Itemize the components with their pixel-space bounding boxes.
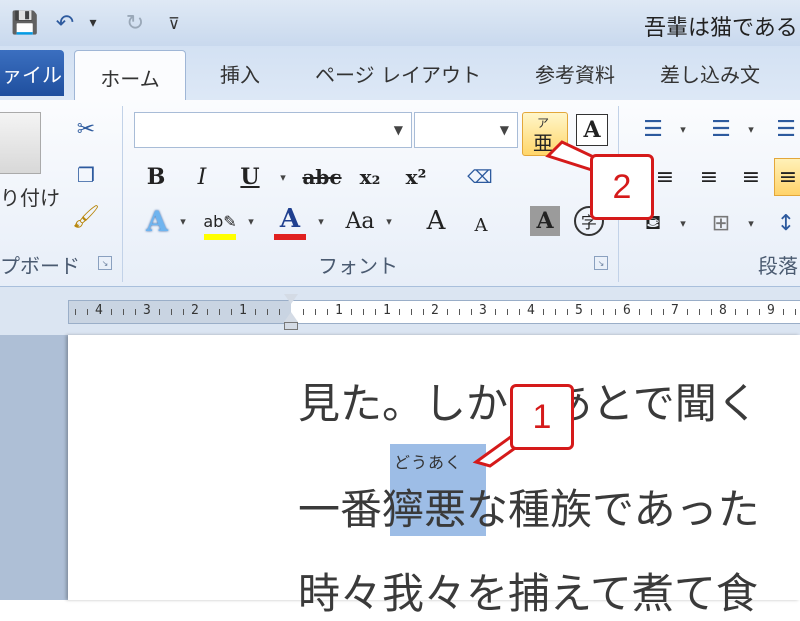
- callout-2: 2: [590, 154, 654, 220]
- callout-pointers: [472, 140, 603, 468]
- callout-1: 1: [510, 384, 574, 450]
